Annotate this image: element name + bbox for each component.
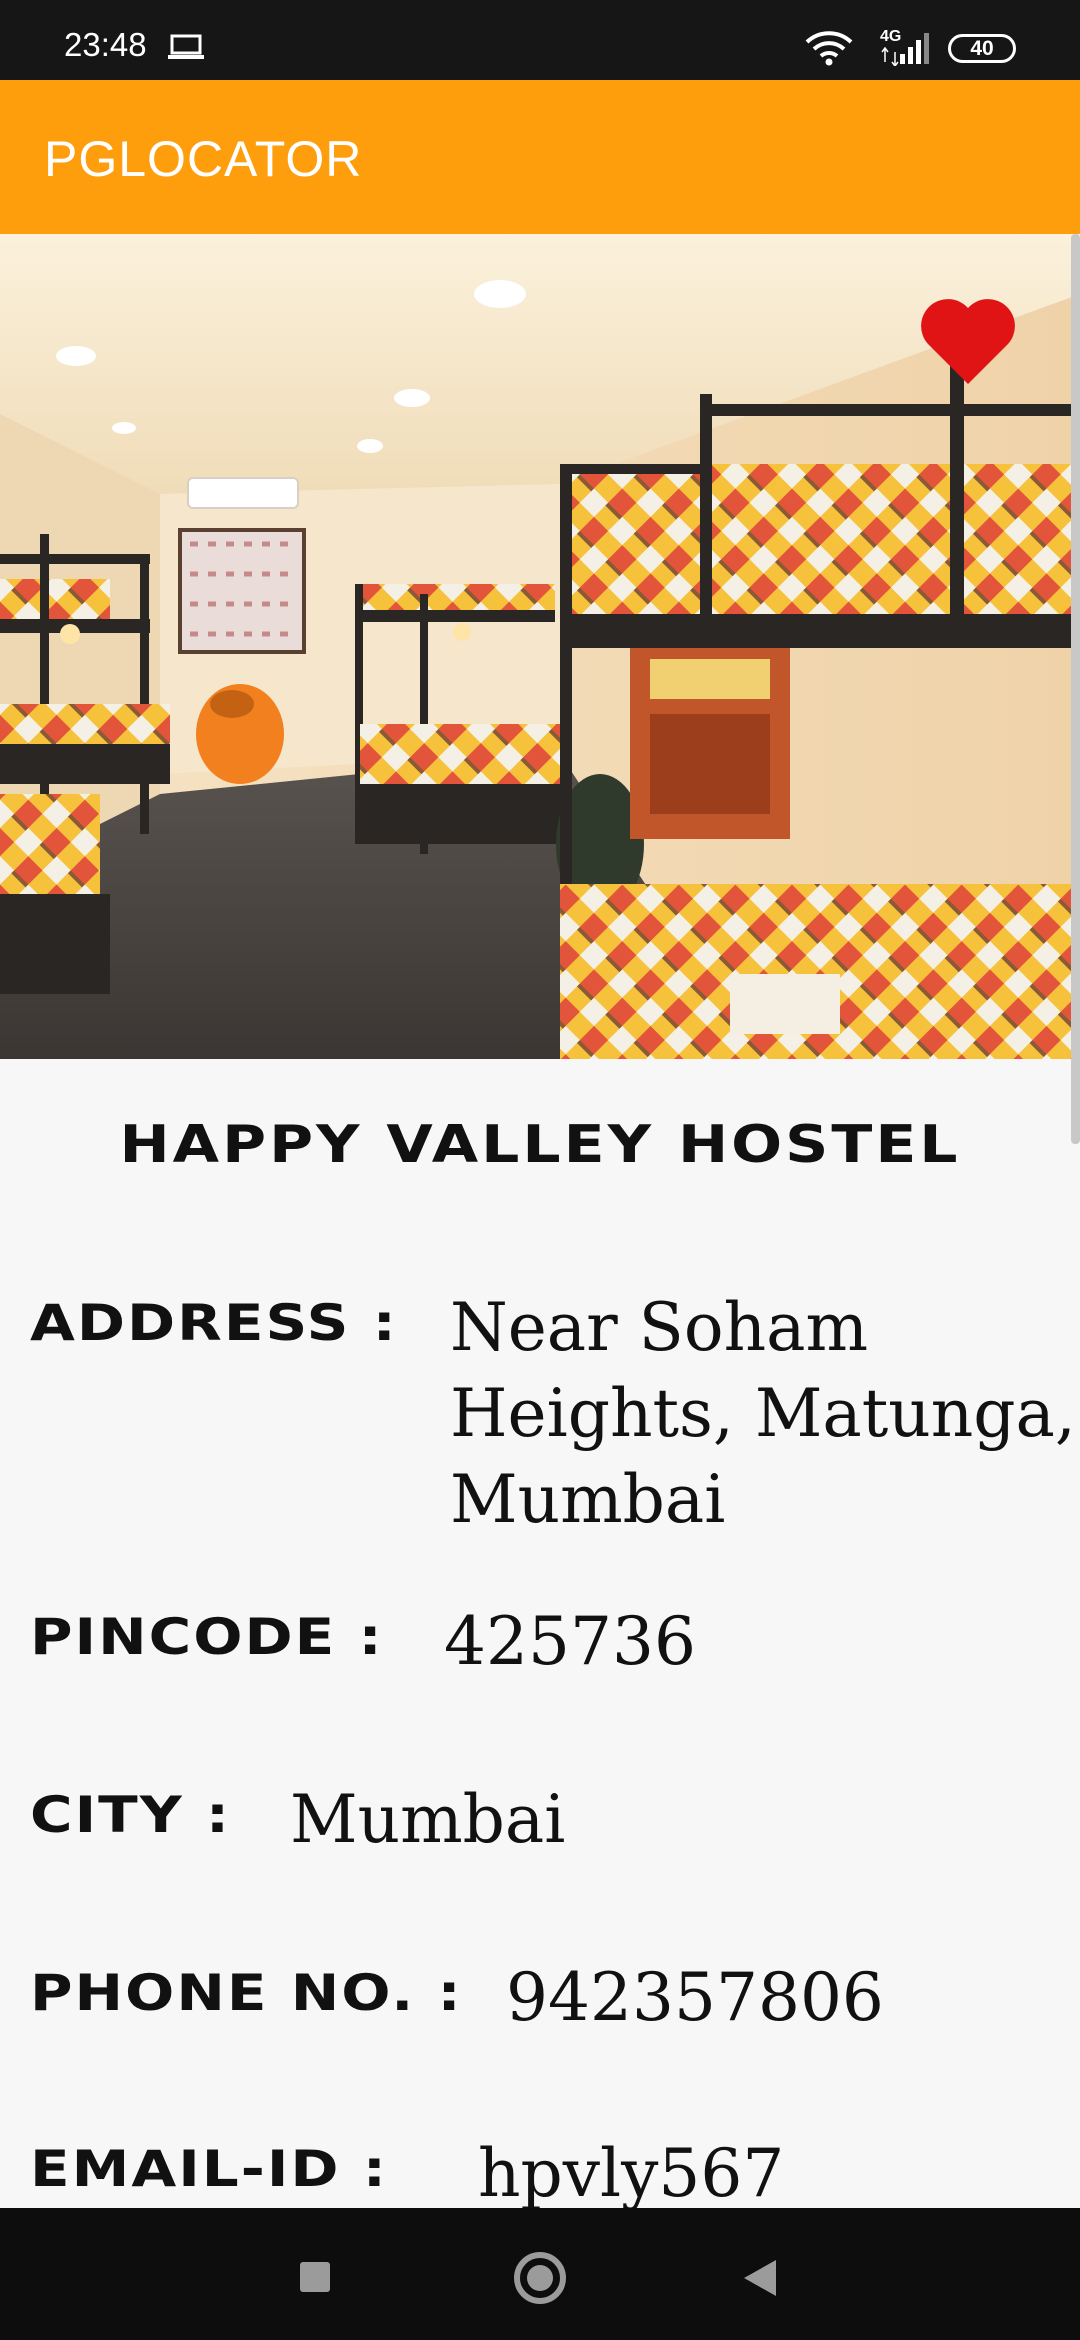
hostel-photo — [0, 234, 1080, 1059]
signal-icon — [881, 33, 929, 66]
email-label: EMAIL-ID : — [30, 2139, 388, 2199]
city-value: Mumbai — [290, 1781, 566, 1858]
app-bar: PGLOCATOR — [0, 80, 1080, 234]
email-value: hpvly567 — [478, 2135, 785, 2212]
wifi-icon — [805, 31, 853, 66]
address-line-1: Near Soham — [450, 1289, 869, 1366]
battery-level: 40 — [970, 36, 994, 60]
address-label: ADDRESS : — [30, 1293, 398, 1353]
navigation-bar — [0, 2208, 1080, 2340]
hostel-name: HAPPY VALLEY HOSTEL — [119, 1114, 961, 1176]
phone-label: PHONE NO. : — [30, 1963, 463, 2023]
address-line-2: Heights, Matunga, — [450, 1375, 1076, 1452]
scrollbar[interactable] — [1071, 234, 1080, 1144]
heart-icon[interactable] — [920, 298, 1016, 386]
address-line-3: Mumbai — [450, 1461, 726, 1538]
back-icon[interactable] — [744, 2260, 776, 2296]
status-time: 23:48 — [64, 26, 147, 63]
home-icon[interactable] — [514, 2252, 566, 2304]
pincode-label: PINCODE : — [30, 1607, 384, 1667]
pincode-value: 425736 — [444, 1603, 696, 1680]
battery-icon: 40 — [948, 34, 1016, 63]
phone-value: 942357806 — [506, 1959, 884, 2036]
recents-icon[interactable] — [300, 2262, 330, 2292]
laptop-icon — [168, 34, 204, 59]
status-bar: 23:48 4G 40 — [0, 0, 1080, 80]
app-title: PGLOCATOR — [44, 131, 363, 187]
city-label: CITY : — [30, 1785, 232, 1845]
